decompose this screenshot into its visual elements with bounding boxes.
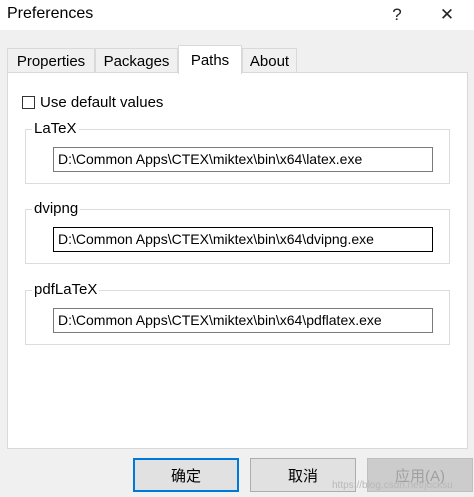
latex-group-label: LaTeX — [32, 120, 79, 137]
watermark: https://blog.csdn.net/jucksu — [332, 480, 453, 491]
close-button[interactable]: ✕ — [424, 0, 470, 30]
help-button[interactable]: ? — [374, 0, 420, 30]
dvipng-path-input[interactable]: D:\Common Apps\CTEX\miktex\bin\x64\dvipn… — [53, 227, 433, 252]
use-default-checkbox[interactable] — [22, 95, 35, 109]
pdflatex-path-input[interactable]: D:\Common Apps\CTEX\miktex\bin\x64\pdfla… — [53, 308, 433, 333]
latex-path-input[interactable]: D:\Common Apps\CTEX\miktex\bin\x64\latex… — [53, 147, 433, 172]
title-bar: Preferences ? ✕ — [0, 0, 474, 30]
use-default-label: Use default values — [40, 93, 164, 111]
tab-about[interactable]: About — [242, 48, 297, 73]
pdflatex-group-label: pdfLaTeX — [32, 281, 100, 298]
tab-properties[interactable]: Properties — [7, 48, 95, 73]
ok-button[interactable]: 确定 — [133, 458, 239, 492]
dvipng-group: dvipng D:\Common Apps\CTEX\miktex\bin\x6… — [25, 200, 450, 264]
pdflatex-group: pdfLaTeX D:\Common Apps\CTEX\miktex\bin\… — [25, 281, 450, 345]
tab-paths[interactable]: Paths — [178, 45, 242, 74]
latex-group: LaTeX D:\Common Apps\CTEX\miktex\bin\x64… — [25, 120, 450, 184]
tab-packages[interactable]: Packages — [95, 48, 178, 73]
dvipng-group-label: dvipng — [32, 200, 81, 217]
window-title: Preferences — [7, 5, 94, 22]
use-default-row[interactable]: Use default values — [22, 93, 163, 111]
